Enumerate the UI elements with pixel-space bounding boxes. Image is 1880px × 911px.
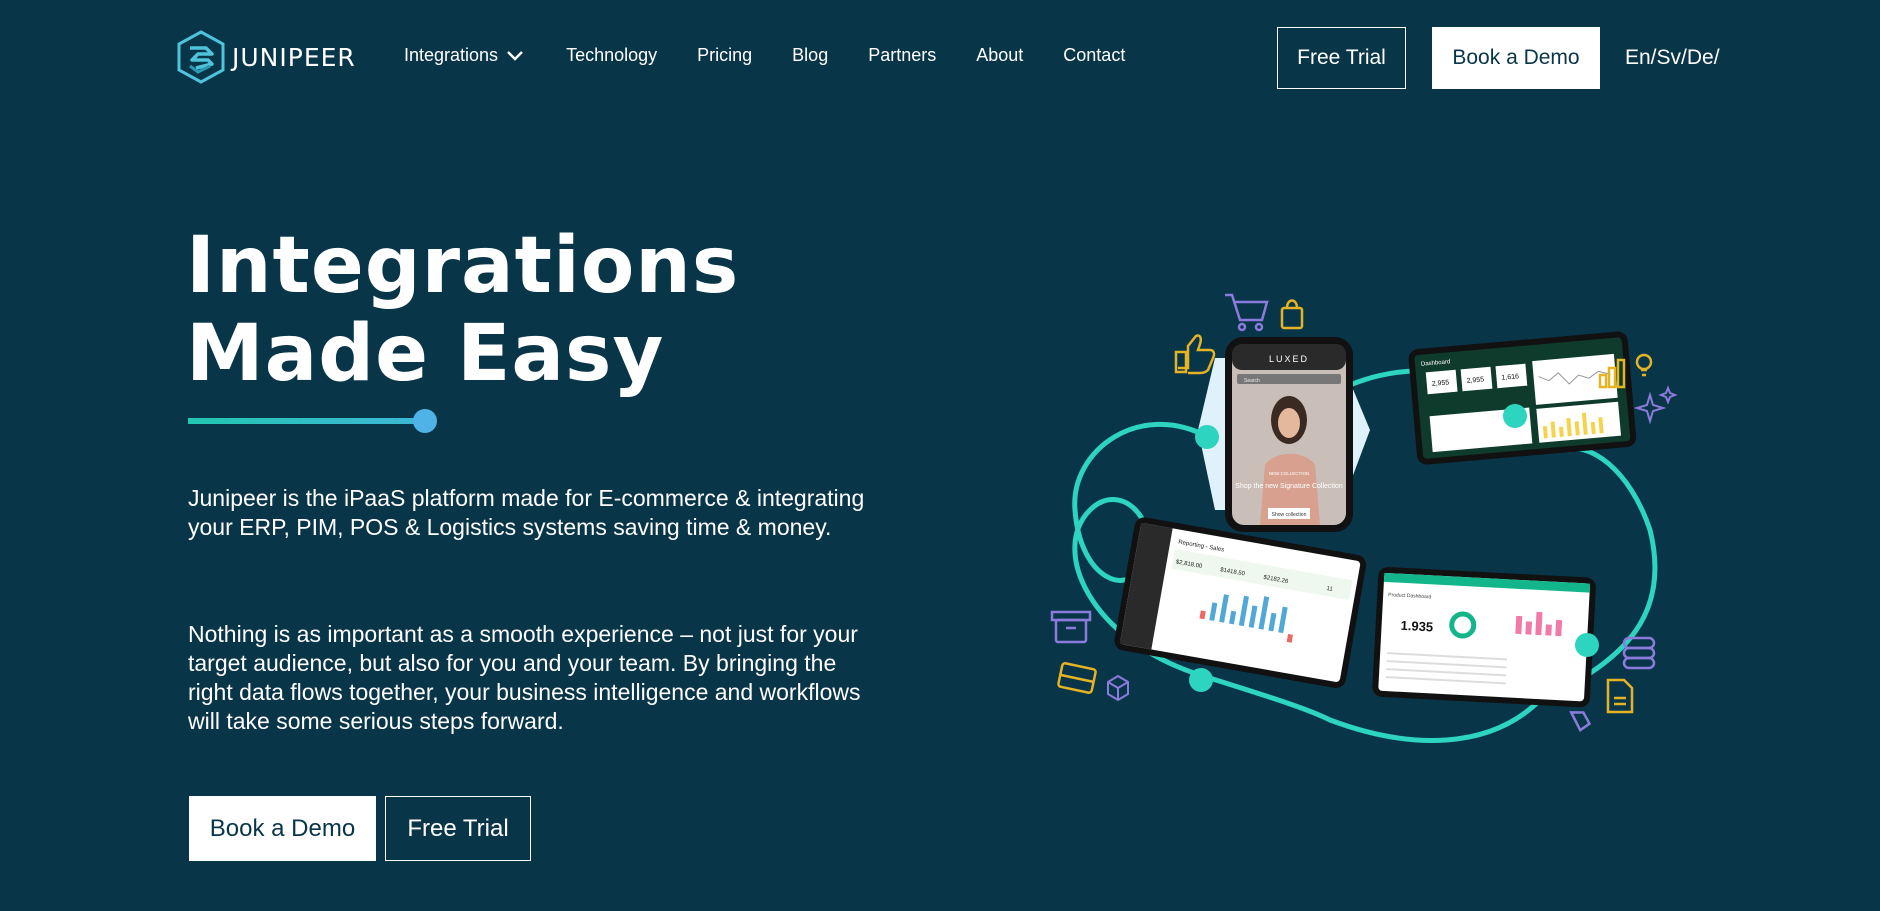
cube-icon bbox=[1107, 674, 1129, 702]
site-header: JUNIPEER Integrations Technology Pricing… bbox=[0, 0, 1880, 115]
dashboard-tablet-left: Reporting - Sales $2,818.00 $1418.50 $21… bbox=[1114, 517, 1367, 688]
nav-pricing[interactable]: Pricing bbox=[697, 45, 752, 66]
hero-title-line1: Integrations bbox=[186, 221, 740, 311]
lightbulb-icon bbox=[1635, 353, 1653, 377]
nav-technology[interactable]: Technology bbox=[566, 45, 657, 66]
header-free-trial-button[interactable]: Free Trial bbox=[1277, 27, 1406, 89]
phone-brand: LUXED bbox=[1269, 354, 1309, 364]
phone-search: Search bbox=[1244, 378, 1260, 384]
phone-tag: NEW COLLECTION bbox=[1269, 471, 1310, 476]
document-icon bbox=[1606, 678, 1634, 714]
phone-headline: Shop the new Signature Collection bbox=[1235, 483, 1343, 490]
phone-mockup: LUXED Search NEW COLLECTION Shop the new… bbox=[1225, 337, 1353, 532]
tag-icon bbox=[1569, 711, 1592, 733]
box-icon bbox=[1050, 610, 1092, 644]
thumbs-up-icon bbox=[1174, 334, 1216, 375]
flow-node bbox=[1503, 404, 1527, 428]
nav-about[interactable]: About bbox=[976, 45, 1023, 66]
nav-integrations-label: Integrations bbox=[404, 45, 499, 65]
flow-node bbox=[1195, 425, 1219, 449]
flow-node bbox=[1189, 668, 1213, 692]
header-book-demo-button[interactable]: Book a Demo bbox=[1432, 27, 1600, 89]
dashboard-right-stat: 1.935 bbox=[1400, 618, 1433, 635]
nav-integrations[interactable]: Integrations bbox=[404, 45, 524, 66]
language-switcher[interactable]: En/Sv/De/ bbox=[1625, 46, 1720, 70]
hero-free-trial-button[interactable]: Free Trial bbox=[385, 796, 531, 861]
logo[interactable]: JUNIPEER bbox=[176, 30, 356, 84]
hero-description-2: Nothing is as important as a smooth expe… bbox=[188, 621, 861, 734]
hero-description-1: Junipeer is the iPaaS platform made for … bbox=[188, 485, 865, 540]
junipeer-logo-icon bbox=[177, 30, 225, 84]
hero-title-line2: Made Easy bbox=[186, 309, 665, 399]
title-underline-decoration bbox=[188, 409, 437, 433]
cart-icon bbox=[1225, 293, 1269, 332]
dashboard-tablet-top: Dashboard 2,955 2,955 1,616 bbox=[1408, 331, 1637, 465]
logo-text: JUNIPEER bbox=[232, 42, 356, 72]
nav-partners[interactable]: Partners bbox=[868, 45, 936, 66]
sparkle-icon bbox=[1633, 385, 1678, 425]
credit-card-icon bbox=[1057, 662, 1097, 694]
chevron-down-icon bbox=[507, 50, 523, 61]
hero-illustration: LUXED Search NEW COLLECTION Shop the new… bbox=[1050, 293, 1678, 743]
hero-book-demo-button[interactable]: Book a Demo bbox=[189, 796, 376, 861]
main-nav: Integrations Technology Pricing Blog Par… bbox=[404, 45, 1125, 66]
nav-contact[interactable]: Contact bbox=[1063, 45, 1125, 66]
hero-title: Integrations Made Easy bbox=[186, 222, 739, 398]
flow-node bbox=[1575, 633, 1599, 657]
dashboard-tablet-right: Product Dashboard 1.935 bbox=[1372, 567, 1596, 708]
phone-cta: Show collection bbox=[1272, 512, 1307, 518]
shopping-bag-icon bbox=[1280, 299, 1304, 330]
nav-blog[interactable]: Blog bbox=[792, 45, 828, 66]
